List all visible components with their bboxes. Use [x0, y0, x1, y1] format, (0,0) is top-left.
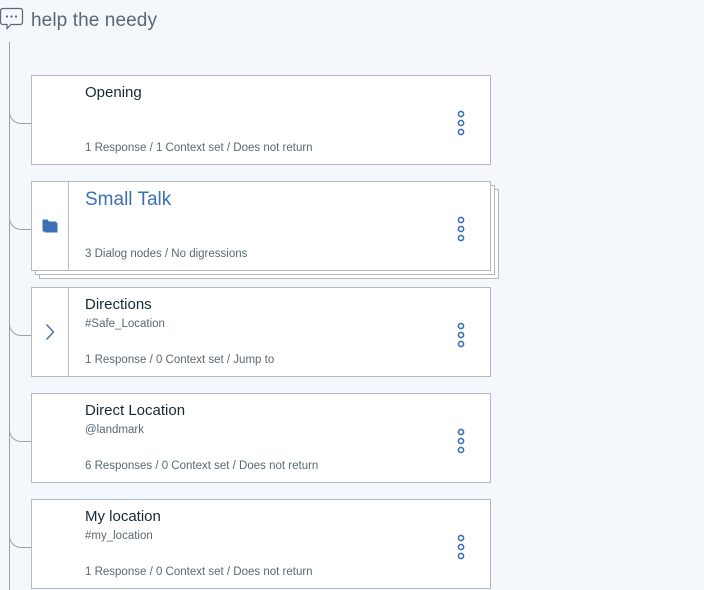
node-condition: #Safe_Location	[85, 318, 165, 330]
node-condition: #my_location	[85, 530, 153, 542]
overflow-menu-icon[interactable]	[456, 216, 466, 242]
node-gutter	[32, 500, 69, 588]
chevron-right-icon	[45, 324, 55, 340]
node-gutter	[32, 394, 69, 482]
node-gutter[interactable]	[32, 182, 69, 270]
node-summary: 1 Response / 1 Context set / Does not re…	[85, 142, 313, 154]
node-title: Opening	[85, 84, 142, 101]
dialog-node-opening[interactable]: Opening 1 Response / 1 Context set / Doe…	[31, 75, 491, 165]
node-title: Directions	[85, 296, 152, 313]
tree-branch-connector	[9, 320, 31, 336]
tree-branch-connector	[9, 214, 31, 230]
tree-branch-connector	[9, 108, 31, 124]
overflow-menu-icon[interactable]	[456, 322, 466, 348]
tree-branch-connector	[9, 426, 31, 442]
dialog-node-my-location[interactable]: My location #my_location 1 Response / 0 …	[31, 499, 491, 589]
node-summary: 1 Response / 0 Context set / Jump to	[85, 354, 275, 366]
dialog-node-directions[interactable]: Directions #Safe_Location 1 Response / 0…	[31, 287, 491, 377]
overflow-menu-icon[interactable]	[456, 110, 466, 136]
node-gutter	[32, 76, 69, 164]
tree-branch-connector	[9, 532, 31, 548]
dialog-folder-small-talk[interactable]: Small Talk 3 Dialog nodes / No digressio…	[31, 181, 491, 271]
node-summary: 1 Response / 0 Context set / Does not re…	[85, 566, 313, 578]
node-title: Direct Location	[85, 402, 186, 419]
node-title: Small Talk	[85, 189, 172, 210]
chat-bubble-icon	[0, 7, 24, 30]
node-summary: 3 Dialog nodes / No digressions	[85, 248, 248, 260]
tree-trunk-line	[9, 42, 10, 590]
root-node-title: help the needy	[31, 10, 158, 31]
node-title: My location	[85, 508, 161, 525]
expand-children-toggle[interactable]	[32, 288, 69, 376]
node-condition: @landmark	[85, 424, 144, 436]
overflow-menu-icon[interactable]	[456, 534, 466, 560]
root-node-header[interactable]: help the needy	[0, 6, 157, 36]
dialog-node-direct-location[interactable]: Direct Location @landmark 6 Responses / …	[31, 393, 491, 483]
overflow-menu-icon[interactable]	[456, 428, 466, 454]
dialog-tree-canvas: help the needy Opening 1 Response / 1 Co…	[0, 0, 704, 590]
node-summary: 6 Responses / 0 Context set / Does not r…	[85, 460, 319, 472]
folder-icon	[42, 219, 58, 233]
